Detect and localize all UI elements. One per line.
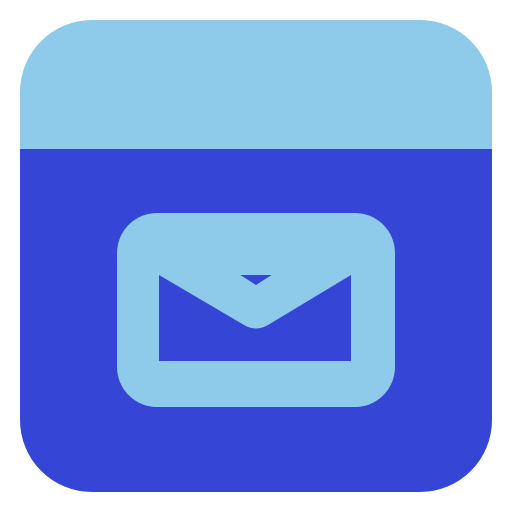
envelope-icon — [117, 213, 395, 407]
mail-app-icon[interactable] — [20, 20, 492, 492]
icon-header-band — [20, 20, 492, 149]
icon-canvas — [0, 0, 512, 512]
